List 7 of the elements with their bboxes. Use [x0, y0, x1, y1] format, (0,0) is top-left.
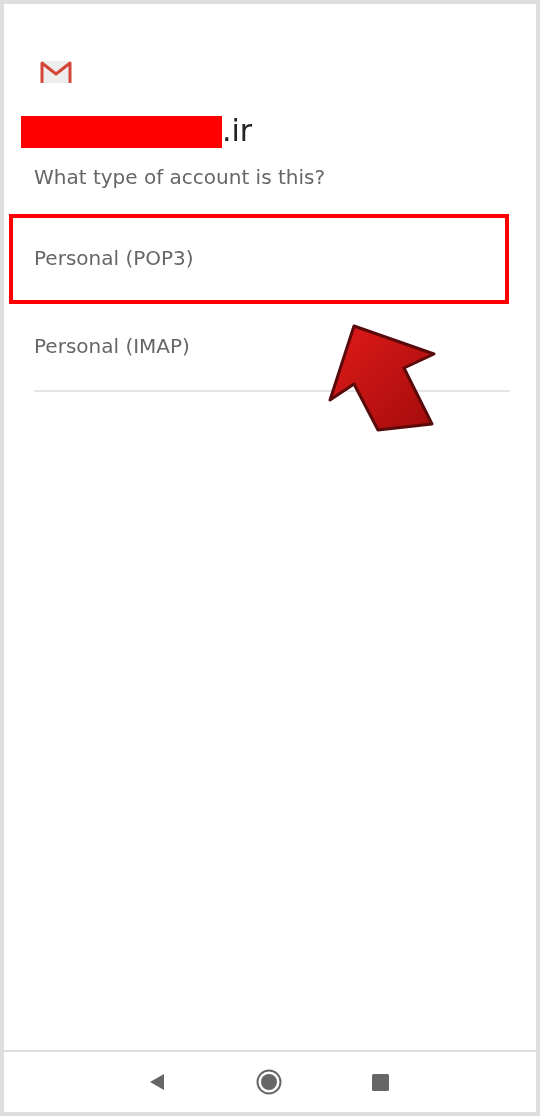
question-text: What type of account is this?	[33, 164, 327, 191]
email-domain: .ir	[222, 114, 253, 148]
gmail-icon	[40, 60, 72, 84]
account-type-option[interactable]: Personal (IMAP)	[4, 331, 190, 361]
recents-icon[interactable]	[371, 1073, 389, 1091]
home-icon[interactable]	[255, 1069, 282, 1095]
account-type-option[interactable]: Personal (POP3)	[4, 243, 194, 273]
